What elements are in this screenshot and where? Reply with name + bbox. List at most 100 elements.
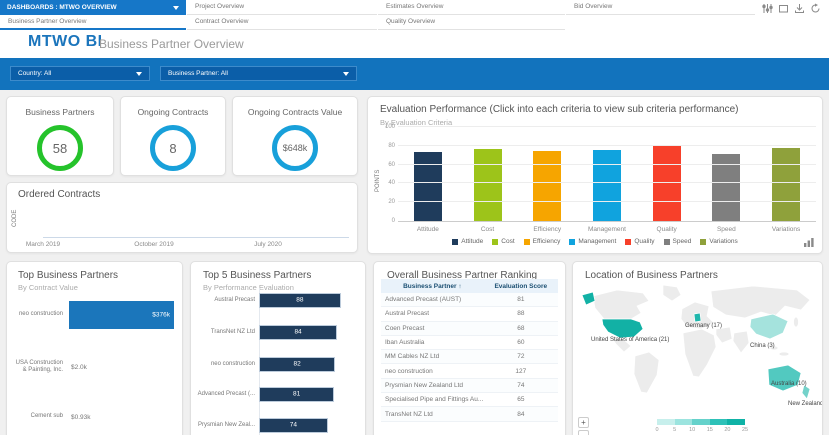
kpi-card-ongoing-contracts-value: Ongoing Contracts Value $648k — [232, 96, 358, 176]
y-tick-label: 80 — [380, 143, 395, 149]
legend-gradient-segment — [710, 419, 728, 425]
country-china[interactable] — [750, 314, 788, 339]
map-label[interactable]: United States of America (21) — [591, 337, 669, 343]
table-row[interactable]: Advanced Precast (AUST)81 — [381, 293, 558, 307]
app-logo: MTWO BI — [28, 33, 103, 51]
y-axis-label: CODE — [12, 210, 18, 227]
bar-cost[interactable] — [474, 149, 502, 221]
partner-row[interactable]: Cement sub$0.93k — [15, 402, 174, 432]
map-zoom-in-button[interactable]: + — [578, 417, 589, 428]
kpi-ring: 8 — [150, 125, 196, 171]
menu-item-estimates-overview[interactable]: Estimates Overview — [378, 0, 565, 15]
partner-row[interactable]: TransNet NZ Ltd84 — [197, 324, 337, 340]
x-tick-label: March 2019 — [11, 241, 75, 248]
cell-evaluation-score: 65 — [484, 396, 558, 403]
cell-business-partner: Prysmian New Zealand Ltd — [381, 382, 484, 389]
partner-row[interactable]: USA Construction & Painting, Inc.$2.0k — [15, 352, 174, 382]
continent-asia — [711, 286, 810, 318]
country-filter-dropdown[interactable]: Country: All — [10, 66, 150, 81]
partner-row[interactable]: neo construction$376k — [15, 300, 174, 330]
filter-icon[interactable] — [762, 3, 773, 14]
cell-evaluation-score: 74 — [484, 382, 558, 389]
column-header-evaluation-score[interactable]: Evaluation Score — [484, 283, 558, 290]
map-label[interactable]: New Zealand ( — [788, 401, 823, 407]
map-label[interactable]: Australia (10) — [771, 381, 807, 387]
country-germany[interactable] — [694, 313, 701, 322]
map-label[interactable]: Germany (17) — [685, 323, 722, 329]
business-partner-filter-dropdown[interactable]: Business Partner: All — [160, 66, 357, 81]
partner-row[interactable]: Austral Precast88 — [197, 292, 341, 308]
country-australia[interactable] — [768, 365, 801, 391]
table-row[interactable]: MM Cables NZ Ltd72 — [381, 350, 558, 364]
legend-item: Attitude — [452, 238, 483, 245]
dashboard-page: DASHBOARDS : MTWO OVERVIEW Project Overv… — [0, 0, 829, 435]
cell-business-partner: TransNet NZ Ltd — [381, 411, 484, 418]
partner-row[interactable]: Prysmian New Zeal... 74 — [197, 417, 328, 433]
table-row[interactable]: Iban Australia60 — [381, 336, 558, 350]
bar-management[interactable] — [593, 150, 621, 221]
fullscreen-icon[interactable] — [778, 3, 789, 14]
partner-bar[interactable]: 82 — [259, 357, 335, 372]
table-row[interactable]: neo construction127 — [381, 364, 558, 378]
bar-value-label: 82 — [260, 361, 334, 368]
country-india — [733, 331, 749, 353]
partner-bar[interactable]: 88 — [259, 293, 341, 308]
kpi-title: Ongoing Contracts Value — [233, 107, 357, 117]
chart-type-icon[interactable] — [804, 238, 814, 247]
legend-gradient-segment — [727, 419, 745, 425]
cell-evaluation-score: 84 — [484, 411, 558, 418]
table-row[interactable]: Prysmian New Zealand Ltd74 — [381, 379, 558, 393]
partner-bar[interactable]: 84 — [259, 325, 337, 340]
table-row[interactable]: Austral Precast88 — [381, 307, 558, 321]
country-usa-alaska[interactable] — [582, 292, 595, 305]
partner-value: $0.93k — [71, 414, 91, 421]
bar-efficiency[interactable] — [533, 151, 561, 222]
partner-row[interactable]: Advanced Precast (...81 — [197, 386, 334, 402]
column-header-business-partner[interactable]: Business Partner ↑ — [381, 283, 484, 290]
ranking-table: Business Partner ↑ Evaluation Score Adva… — [381, 279, 558, 422]
bar-value-label: $376k — [152, 312, 170, 319]
partner-bar[interactable]: 81 — [259, 387, 334, 402]
evaluation-bar-chart: 020406080100 — [398, 127, 816, 222]
refresh-icon[interactable] — [810, 3, 821, 14]
country-new-zealand[interactable] — [802, 385, 810, 399]
panel-title: Top Business Partners — [18, 270, 118, 281]
cell-evaluation-score: 81 — [484, 296, 558, 303]
legend-gradient-segment — [692, 419, 710, 425]
dashboards-selector[interactable]: DASHBOARDS : MTWO OVERVIEW — [0, 0, 186, 15]
map-color-legend — [657, 419, 745, 425]
map-zoom-out-button[interactable]: − — [578, 430, 589, 435]
download-icon[interactable] — [794, 3, 805, 14]
table-row[interactable]: Specialised Pipe and Fittings Au...65 — [381, 393, 558, 407]
map-label[interactable]: China (3) — [750, 343, 775, 349]
legend-gradient-segment — [657, 419, 675, 425]
kpi-title: Business Partners — [7, 107, 113, 117]
table-header-row: Business Partner ↑ Evaluation Score — [381, 279, 558, 293]
table-row[interactable]: Coen Precast68 — [381, 322, 558, 336]
legend-swatch — [569, 239, 575, 245]
country-usa[interactable] — [602, 319, 643, 338]
legend-tick-label: 0 — [650, 427, 664, 433]
ordered-contracts-panel: Ordered Contracts CODE March 2019October… — [6, 182, 358, 253]
menu-item-bid-overview[interactable]: Bid Overview — [566, 0, 755, 15]
x-axis-line — [43, 237, 349, 238]
gridline — [398, 182, 816, 183]
region-se-asia — [779, 352, 789, 356]
menu-item-business-partner-overview[interactable]: Business Partner Overview — [0, 15, 186, 30]
partner-label: Prysmian New Zeal... — [197, 422, 255, 429]
panel-title: Top 5 Business Partners — [203, 270, 311, 281]
legend-tick-label: 15 — [703, 427, 717, 433]
partner-bar[interactable]: 74 — [259, 418, 328, 433]
menu-item-project-overview[interactable]: Project Overview — [187, 0, 377, 15]
bar-variations[interactable] — [772, 148, 800, 221]
x-category-label: Efficiency — [518, 226, 577, 233]
cell-evaluation-score: 60 — [484, 339, 558, 346]
kpi-ring: $648k — [272, 125, 318, 171]
partner-row[interactable]: neo construction82 — [197, 356, 335, 372]
partner-bar[interactable]: $376k — [69, 301, 174, 329]
menu-item-contract-overview[interactable]: Contract Overview — [187, 15, 377, 30]
table-row[interactable]: TransNet NZ Ltd84 — [381, 407, 558, 421]
chevron-down-icon — [136, 72, 142, 76]
top-business-partners-panel: Top Business Partners By Contract Value … — [6, 261, 183, 435]
menu-item-quality-overview[interactable]: Quality Overview — [378, 15, 565, 30]
